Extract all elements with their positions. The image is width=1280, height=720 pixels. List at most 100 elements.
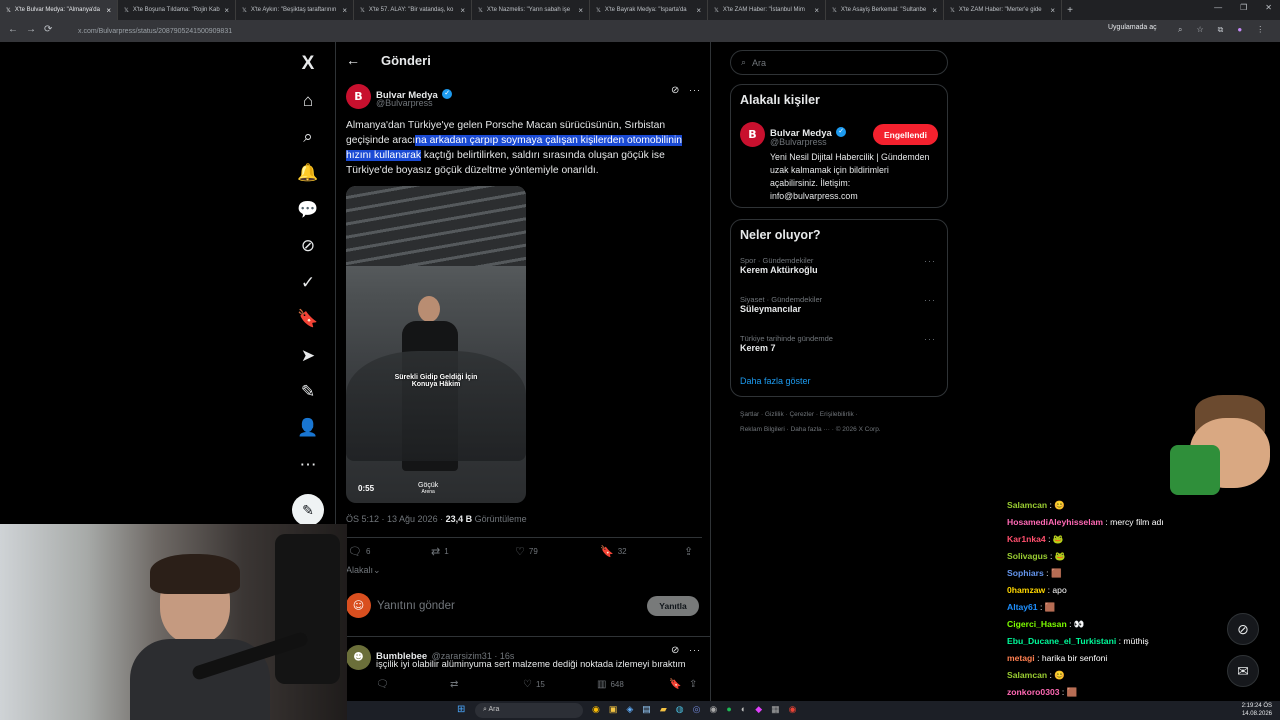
trend-more-icon[interactable]: ··· [924,256,936,266]
taskbar-search[interactable]: ⌕ Ara [475,703,583,718]
close-window-button[interactable]: ✕ [1265,3,1272,12]
menu-icon[interactable]: ⋮ [1256,25,1264,35]
like-action[interactable]: ♡ 79 [515,545,538,558]
chat-username[interactable]: zonkoro0303 [1007,687,1060,697]
retweet-action[interactable]: ⇄ 1 [431,545,449,558]
spotify-icon[interactable]: ● [726,704,731,715]
messages-floating-button[interactable]: ✉ [1227,655,1259,687]
bookmarks-icon[interactable]: 🔖 [296,307,320,331]
reply-like-action[interactable]: ♡ 15 [523,679,545,690]
chrome-icon[interactable]: ◉ [592,704,600,715]
close-tab-icon[interactable]: × [696,6,701,15]
person-handle[interactable]: @Bulvarpress [770,137,827,147]
chat-username[interactable]: Sophiars [1007,568,1044,578]
close-tab-icon[interactable]: × [578,6,583,15]
share-icon[interactable]: ⇪ [684,545,693,558]
close-tab-icon[interactable]: × [106,6,111,15]
logo-icon[interactable]: X [296,52,320,76]
trend-item[interactable]: Spor · Gündemdekiler Kerem Aktürkoğlu ··· [740,256,940,275]
edge-icon[interactable]: ◍ [676,704,684,715]
tweet-video[interactable]: Sürekli Gidip Geldiği İçin Konuya Hâkim … [346,186,526,503]
chat-username[interactable]: Solivagus [1007,551,1048,561]
author-handle[interactable]: @Bulvarpress [376,98,433,108]
browser-tab[interactable]: 𝕏 X'te ZAM Haber: "İstanbul Mim × [708,0,826,20]
discord-icon[interactable]: ◎ [693,704,701,715]
profile-icon[interactable]: 👤 [296,416,320,440]
person-avatar[interactable]: B [740,122,765,147]
browser-tab[interactable]: 𝕏 X'te Boşuna Tıldama: "Rojin Kab × [118,0,236,20]
star-icon[interactable]: ☆ [1196,25,1203,35]
back-nav-button[interactable]: ← [8,24,18,35]
open-in-app-chip[interactable]: Uygulamada aç [1108,24,1157,31]
reply-share-icon[interactable]: ⇪ [689,679,697,690]
chat-username[interactable]: Salamcan [1007,670,1047,680]
chat-username[interactable]: Salamcan [1007,500,1047,510]
url-field[interactable]: x.com/Bulvarpress/status/208790524150090… [78,28,232,35]
reply-views-action[interactable]: ▥ 648 [597,679,624,690]
maximize-button[interactable]: ❐ [1240,3,1247,12]
reply-bookmark-icon[interactable]: 🔖 [669,679,681,690]
zoom-icon[interactable]: ⌕ [1178,25,1182,35]
show-more-link[interactable]: Daha fazla göster [740,376,811,386]
footer-links[interactable]: Reklam Bilgileri · Daha fazla ··· · © 20… [740,426,881,433]
browser-tab[interactable]: 𝕏 X'te Aykırı: "Beşiktaş taraftarının × [236,0,354,20]
notifications-icon[interactable]: 🔔 [296,161,320,185]
minimize-button[interactable]: — [1214,3,1222,12]
folder-icon[interactable]: ▰ [660,704,667,715]
grok-icon[interactable]: ⊘ [671,645,679,656]
browser-tab[interactable]: 𝕏 X'te Bayrak Medya: "Isparta'da × [590,0,708,20]
obs-icon[interactable]: ◉ [709,704,717,715]
photos-icon[interactable]: ▤ [642,704,651,715]
trend-item[interactable]: Siyaset · Gündemdekiler Süleymancılar ··· [740,295,940,314]
close-tab-icon[interactable]: × [932,6,937,15]
reply-action[interactable]: 🗨 6 [348,545,370,558]
extension-icon[interactable]: ⧉ [1218,25,1224,35]
more-options-icon[interactable]: ··· [689,85,701,95]
steam-icon[interactable]: ◐ [741,704,746,715]
close-tab-icon[interactable]: × [460,6,465,15]
search-box[interactable]: ⌕ Ara [730,50,948,75]
profile-icon[interactable]: ● [1237,25,1242,35]
taskbar-clock[interactable]: 2:19:24 ÖS 14.08.2026 [1242,702,1272,718]
reply-button[interactable]: Yanıtla [647,596,699,616]
chat-username[interactable]: Cigerci_Hasan [1007,619,1067,629]
app-icon[interactable]: ▦ [771,704,780,715]
start-icon[interactable]: ⊞ [457,704,465,715]
grok-icon[interactable]: ⊘ [296,234,320,258]
more-options-icon[interactable]: ··· [689,645,701,655]
home-icon[interactable]: ⌂ [296,89,320,113]
trend-item[interactable]: Türkiye tarihinde gündemde Kerem 7 ··· [740,334,940,353]
forward-nav-button[interactable]: → [26,24,36,35]
browser-tab[interactable]: 𝕏 X'te Nazmelis: "Yarın sabah işe × [472,0,590,20]
reply-reply-action[interactable]: 🗨 [376,679,389,690]
explore-icon[interactable]: ⌕ [296,125,320,149]
reply-author-avatar[interactable]: ☻ [346,645,371,670]
close-tab-icon[interactable]: × [1050,6,1055,15]
back-arrow-icon[interactable]: ← [346,52,360,68]
chat-username[interactable]: metagi [1007,653,1035,663]
communities-icon[interactable]: ✎ [296,380,320,404]
chat-username[interactable]: Ebu_Ducane_el_Turkistani [1007,636,1116,646]
footer-links[interactable]: Şartlar · Gizlilik · Çerezler · Erişileb… [740,411,858,418]
more-icon[interactable]: ⋯ [296,453,320,477]
close-tab-icon[interactable]: × [342,6,347,15]
bookmark-action[interactable]: 🔖 32 [600,545,627,558]
reply-input[interactable]: Yanıtını gönder [377,600,455,612]
new-tab-button[interactable]: + [1062,5,1078,16]
chat-username[interactable]: HosamediAleyhisselam [1007,517,1103,527]
premium-icon[interactable]: ✓ [296,271,320,295]
jobs-icon[interactable]: ➤ [296,344,320,368]
close-tab-icon[interactable]: × [224,6,229,15]
reload-button[interactable]: ⟳ [44,24,52,35]
app-icon[interactable]: ◉ [789,704,797,715]
chat-username[interactable]: Kar1nka4 [1007,534,1046,544]
chat-username[interactable]: 0hamzaw [1007,585,1045,595]
reply-retweet-action[interactable]: ⇄ [450,679,458,690]
trend-more-icon[interactable]: ··· [924,295,936,305]
grok-floating-button[interactable]: ⊘ [1227,613,1259,645]
trend-more-icon[interactable]: ··· [924,334,936,344]
chat-username[interactable]: Altay61 [1007,602,1038,612]
author-avatar[interactable]: B [346,84,371,109]
close-tab-icon[interactable]: × [814,6,819,15]
browser-tab[interactable]: 𝕏 X'te Bulvar Medya: "Almanya'da × [0,0,118,20]
